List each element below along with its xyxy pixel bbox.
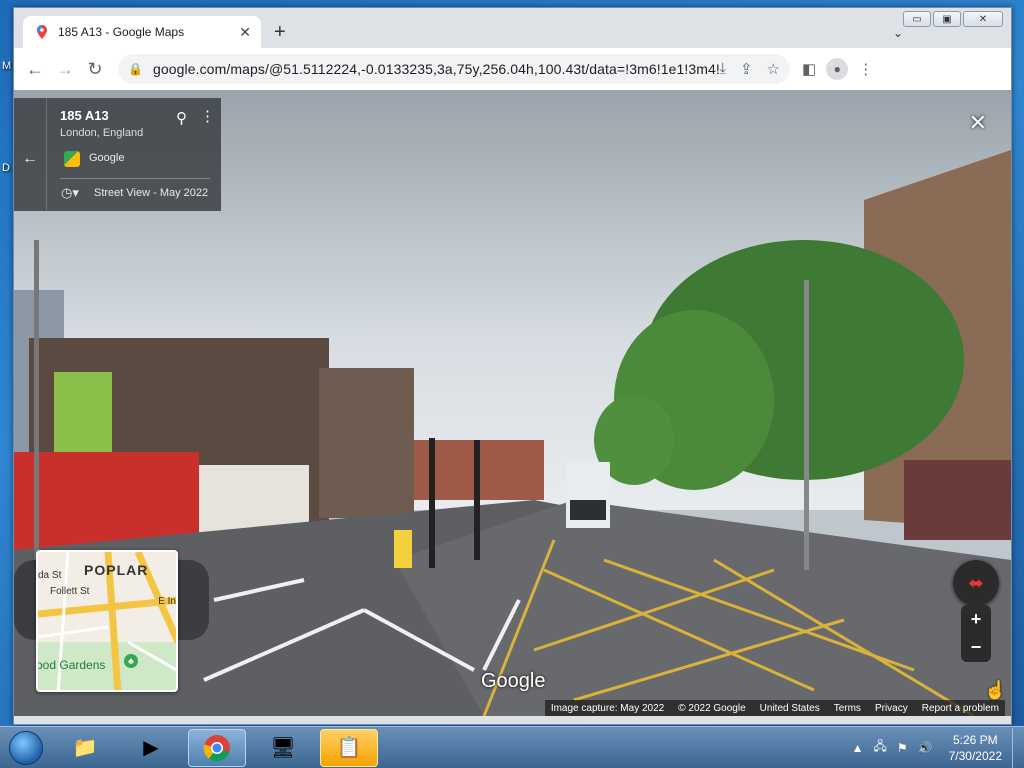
minimap-park-label: ood Gardens [36,658,106,672]
map-footer: Image capture: May 2022 © 2022 Google Un… [544,700,1005,716]
control-panel-icon[interactable]: 🖥 [254,729,312,767]
minimap[interactable]: POPLAR Follett St E In da St ood Gardens… [36,550,178,692]
clock-date: 7/30/2022 [948,748,1002,763]
clock-time: 5:26 PM [952,732,998,747]
show-desktop-button[interactable] [1012,727,1024,768]
more-options-icon[interactable]: ⋮ [200,107,215,125]
back-arrow-icon[interactable]: ← [22,150,38,168]
taskbar: 📁 ▶ 🖥 📋 ▲ 🖧 ⚑ 🔊 5:26 PM 7/30/2022 [0,726,1024,768]
forward-button[interactable]: → [50,54,80,84]
image-capture-date: Image capture: May 2022 [550,702,665,714]
minimap-street-label: Follett St [50,586,90,597]
profile-avatar[interactable]: ● [826,58,849,80]
start-button[interactable] [4,728,48,768]
tab-strip: 185 A13 - Google Maps ✕ + ⌄ ▭ ▣ ✕ [14,8,1011,48]
card-divider [46,98,47,211]
park-pin-icon: ♣ [124,654,138,668]
window-controls: ▭ ▣ ✕ [903,11,1003,27]
taskbar-clock[interactable]: 5:26 PM 7/30/2022 [949,732,1002,764]
media-player-icon[interactable]: ▶ [122,729,180,767]
country-link[interactable]: United States [760,703,820,714]
copyright-text: © 2022 Google [678,702,746,714]
windows-orb-icon [9,730,43,765]
network-icon[interactable]: 🖧 [874,737,887,758]
zoom-out-button[interactable]: − [971,637,982,658]
tab-close-icon[interactable]: ✕ [239,24,251,41]
card-divider-horizontal [60,178,210,179]
map-pin-icon[interactable]: ⚲ [176,109,187,127]
close-street-view-icon[interactable]: ✕ [969,110,987,136]
desktop-label-m: M [2,60,12,72]
toolbar-right: ◧ ● ⋮ [802,58,873,80]
street-view-panorama[interactable]: ← 185 A13 London, England ⚲ ⋮ Google ◷▾ … [14,90,1011,716]
minimap-street-label-2: E In [158,596,176,607]
street-view-date[interactable]: Street View - May 2022 [94,187,208,199]
chrome-taskbar-icon[interactable] [188,728,246,767]
zoom-in-button[interactable]: + [971,609,982,630]
omnibox-actions: ⤓ ⇪ ☆ [719,60,780,78]
browser-menu-icon[interactable]: ⋮ [858,60,873,78]
google-photos-icon [64,151,80,167]
lock-icon: 🔒 [128,62,143,76]
bookmark-star-icon[interactable]: ☆ [767,60,780,78]
address-bar[interactable]: 🔒 google.com/maps/@51.5112224,-0.0133235… [118,54,790,84]
side-panel-icon[interactable]: ◧ [802,60,816,78]
image-provider: Google [89,152,125,164]
tab-title: 185 A13 - Google Maps [58,25,185,39]
privacy-link[interactable]: Privacy [875,703,908,714]
tab-google-maps[interactable]: 185 A13 - Google Maps ✕ [23,16,261,48]
location-info-card: ← 185 A13 London, England ⚲ ⋮ Google ◷▾ … [14,98,221,211]
google-watermark: Google [481,670,546,692]
tab-search-icon[interactable]: ⌄ [893,26,903,40]
volume-icon[interactable]: 🔊 [918,741,933,755]
new-tab-button[interactable]: + [274,22,286,42]
back-button[interactable]: ← [20,54,50,84]
desktop-label-d: D [2,162,10,174]
google-maps-icon [37,25,47,39]
browser-toolbar: ← → ↻ 🔒 google.com/maps/@51.5112224,-0.0… [14,48,1011,90]
url-text[interactable]: google.com/maps/@51.5112224,-0.0133235,3… [153,61,719,77]
place-region: London, England [60,127,144,139]
file-explorer-icon[interactable]: 📁 [56,729,114,767]
install-icon[interactable]: ⤓ [719,60,726,78]
reload-button[interactable]: ↻ [80,54,110,84]
hand-cursor-icon: ☝ [984,680,1007,700]
action-center-flag-icon[interactable]: ⚑ [897,741,908,755]
place-title: 185 A13 [60,108,109,123]
maximize-button[interactable]: ▣ [933,11,961,27]
share-icon[interactable]: ⇪ [740,60,753,78]
system-tray: ▲ 🖧 ⚑ 🔊 5:26 PM 7/30/2022 [852,732,1012,764]
minimap-street-label-3: da St [38,570,62,581]
history-clock-icon[interactable]: ◷▾ [61,185,79,201]
minimap-area-label: POPLAR [84,562,149,578]
zoom-control: + − [961,605,991,662]
chrome-icon [203,734,230,761]
active-app-icon[interactable]: 📋 [320,728,378,767]
report-problem-link[interactable]: Report a problem [922,703,999,714]
compass-icon[interactable]: ⬌ [953,560,999,606]
tray-expand-icon[interactable]: ▲ [852,741,864,755]
terms-link[interactable]: Terms [834,703,861,714]
close-window-button[interactable]: ✕ [963,11,1003,27]
minimize-button[interactable]: ▭ [903,11,931,27]
browser-window: 185 A13 - Google Maps ✕ + ⌄ ▭ ▣ ✕ ← → ↻ … [13,7,1012,725]
